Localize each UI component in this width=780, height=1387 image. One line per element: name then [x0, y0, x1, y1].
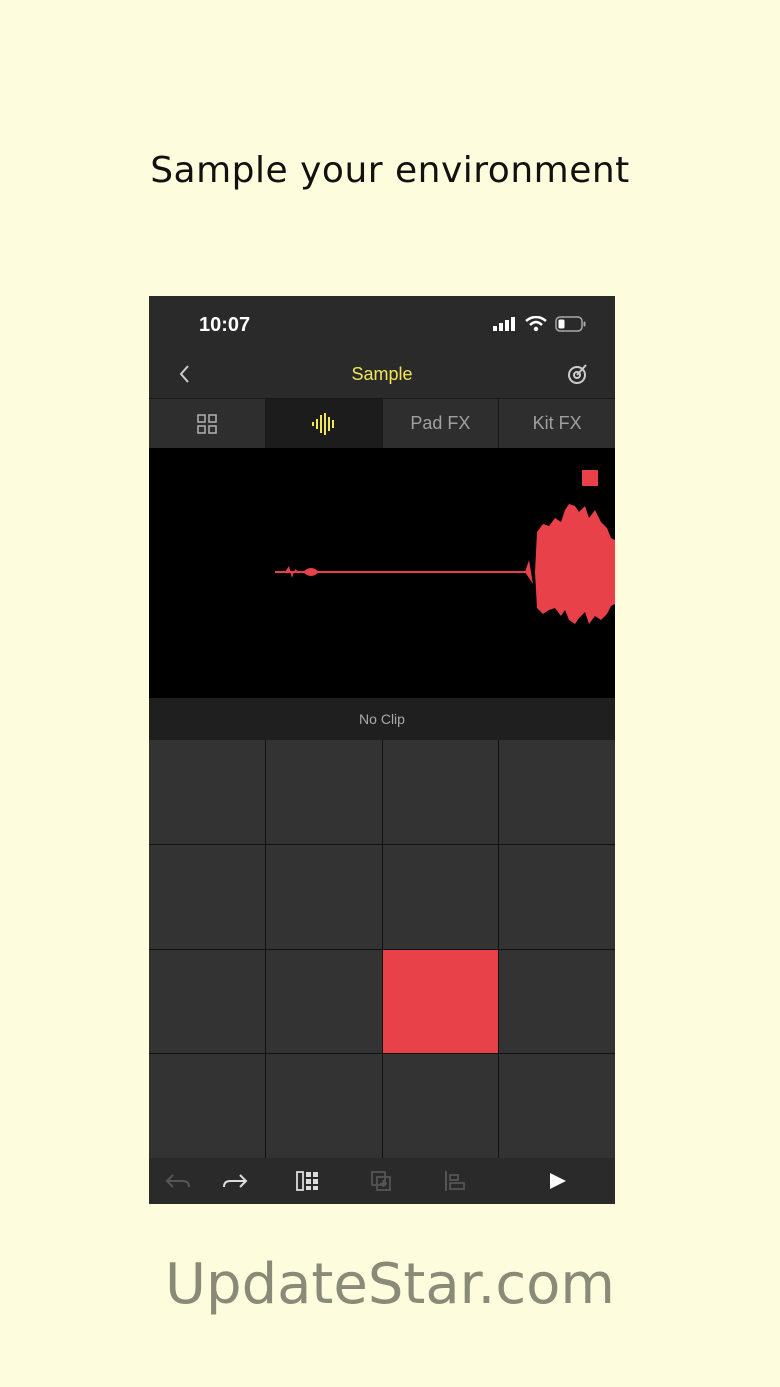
waveform-display[interactable] [149, 448, 615, 698]
signal-icon [493, 317, 515, 331]
status-bar: 10:07 [149, 296, 615, 352]
battery-icon [555, 316, 586, 332]
waveform-icon [311, 412, 334, 435]
pad[interactable] [149, 740, 265, 844]
pad[interactable] [499, 1054, 615, 1158]
pad[interactable] [499, 844, 615, 949]
duplicate-icon[interactable] [369, 1169, 395, 1193]
wifi-icon [525, 316, 547, 332]
updatestar-watermark: UpdateStar.com [165, 1252, 615, 1317]
status-time: 10:07 [199, 314, 251, 336]
grid-icon [197, 413, 217, 434]
pad-active[interactable] [382, 949, 499, 1054]
tab-bar: Pad FX Kit FX [149, 398, 615, 448]
pad[interactable] [149, 844, 265, 949]
phone-screen: 10:07 Sample Pad FX Kit FX No Clip [149, 296, 615, 1204]
pad[interactable] [382, 740, 499, 844]
tuner-icon[interactable] [565, 361, 591, 387]
nav-bar: Sample [149, 352, 615, 398]
pad[interactable] [149, 1054, 265, 1158]
play-icon[interactable] [544, 1169, 570, 1193]
align-icon[interactable] [442, 1169, 468, 1193]
tab-kit-fx[interactable]: Kit FX [499, 399, 615, 448]
clip-status: No Clip [149, 698, 615, 740]
tab-kit-grid[interactable] [149, 399, 266, 448]
waveform-graphic [275, 504, 615, 624]
pad[interactable] [382, 844, 499, 949]
sequencer-icon[interactable] [295, 1169, 321, 1193]
bottom-toolbar [149, 1158, 615, 1204]
pad[interactable] [149, 949, 265, 1054]
pad[interactable] [499, 740, 615, 844]
pad[interactable] [265, 740, 382, 844]
tab-pad-fx[interactable]: Pad FX [382, 399, 500, 448]
headline: Sample your environment [150, 150, 630, 191]
pad[interactable] [265, 1054, 382, 1158]
svg-text:UpdateStar.com: UpdateStar.com [165, 1252, 615, 1317]
pad[interactable] [265, 949, 382, 1054]
pad[interactable] [382, 1054, 499, 1158]
page-title: Sample [351, 364, 413, 384]
pad[interactable] [499, 949, 615, 1054]
undo-icon[interactable] [165, 1169, 191, 1193]
pad[interactable] [265, 844, 382, 949]
redo-icon[interactable] [222, 1169, 248, 1193]
tab-sample[interactable] [265, 399, 383, 448]
pad-grid [149, 740, 615, 1158]
